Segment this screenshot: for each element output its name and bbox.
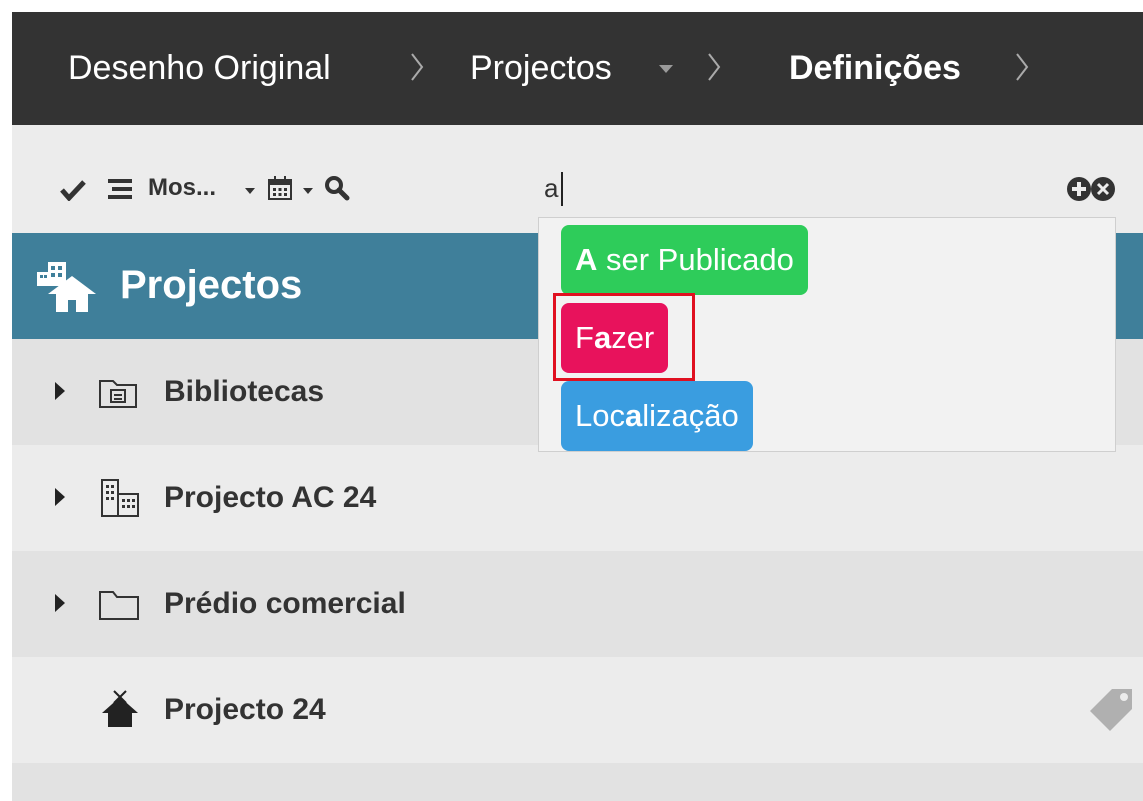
projects-icon bbox=[37, 262, 96, 312]
suggestion-localizacao[interactable]: Localização bbox=[561, 381, 753, 451]
expand-arrow-icon[interactable] bbox=[55, 594, 65, 612]
tag-suggestion-dropdown: A ser Publicado Fazer Localização bbox=[538, 217, 1116, 452]
text-cursor bbox=[561, 172, 563, 206]
tree-row-projecto-24[interactable]: Projecto 24 bbox=[12, 657, 1143, 763]
view-mode-dropdown[interactable]: Mos... bbox=[148, 173, 216, 203]
breadcrumb: Desenho Original Projectos Definições bbox=[12, 12, 1143, 125]
house-icon bbox=[102, 690, 138, 727]
list-icon[interactable] bbox=[108, 177, 132, 201]
page-title: Projectos bbox=[120, 263, 303, 307]
chevron-right-icon bbox=[411, 53, 424, 81]
tree-row-partial bbox=[12, 763, 1143, 801]
tree-row-label: Projecto AC 24 bbox=[164, 481, 377, 514]
breadcrumb-item-desenho-original[interactable]: Desenho Original bbox=[68, 48, 331, 88]
expand-arrow-icon[interactable] bbox=[55, 382, 65, 400]
breadcrumb-item-projectos[interactable]: Projectos bbox=[470, 48, 612, 88]
tree-row-projecto-ac-24[interactable]: Projecto AC 24 bbox=[12, 445, 1143, 551]
suggestion-fazer[interactable]: Fazer bbox=[561, 303, 669, 373]
calendar-icon[interactable] bbox=[267, 175, 293, 201]
breadcrumb-item-definicoes[interactable]: Definições bbox=[789, 48, 961, 88]
chevron-down-icon[interactable] bbox=[245, 188, 255, 194]
tree-row-predio-comercial[interactable]: Prédio comercial bbox=[12, 551, 1143, 657]
tree-row-label: Projecto 24 bbox=[164, 693, 326, 726]
add-icon[interactable] bbox=[1066, 176, 1092, 202]
search-input[interactable]: a bbox=[544, 173, 558, 203]
chevron-down-icon[interactable] bbox=[659, 65, 673, 73]
chevron-down-icon[interactable] bbox=[303, 188, 313, 194]
suggestion-a-ser-publicado[interactable]: A ser Publicado bbox=[561, 225, 808, 295]
chevron-right-icon bbox=[1016, 53, 1029, 81]
tree-row-label: Prédio comercial bbox=[164, 587, 406, 620]
building-icon bbox=[101, 479, 139, 517]
folder-icon bbox=[99, 591, 139, 620]
chevron-right-icon bbox=[708, 53, 721, 81]
tag-icon[interactable] bbox=[1088, 687, 1134, 733]
checkmark-icon[interactable] bbox=[60, 179, 86, 201]
search-icon[interactable] bbox=[324, 175, 350, 201]
library-folder-icon bbox=[99, 380, 137, 408]
app-frame: Desenho Original Projectos Definições Mo… bbox=[12, 12, 1143, 801]
clear-icon[interactable] bbox=[1090, 176, 1116, 202]
expand-arrow-icon[interactable] bbox=[55, 488, 65, 506]
tree-row-label: Bibliotecas bbox=[164, 375, 325, 408]
